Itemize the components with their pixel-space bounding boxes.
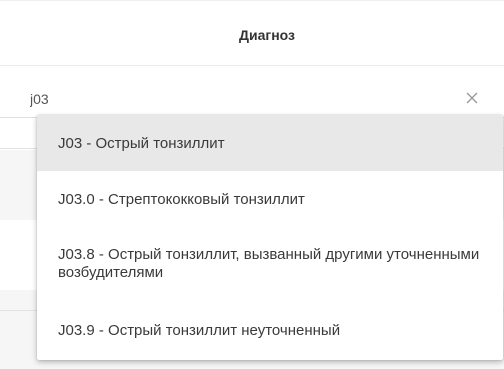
option-label: J03.0 - Стрептококковый тонзиллит — [58, 191, 305, 208]
diagnosis-search-input[interactable] — [30, 88, 450, 110]
option-label: J03.8 - Острый тонзиллит, вызванный друг… — [58, 246, 480, 281]
table-header: Диагноз — [0, 0, 504, 66]
diagnosis-form: Диагноз J03 - Острый тонзиллит J03.0 - С… — [0, 0, 504, 369]
option-label: J03 - Острый тонзиллит — [58, 135, 225, 152]
close-icon[interactable] — [464, 90, 480, 106]
column-title-diagnosis: Диагноз — [239, 27, 295, 43]
dropdown-option[interactable]: J03.9 - Острый тонзиллит неуточненный — [37, 303, 503, 360]
dropdown-option[interactable]: J03.0 - Стрептококковый тонзиллит — [37, 171, 503, 227]
option-label: J03.9 - Острый тонзиллит неуточненный — [58, 322, 341, 339]
dropdown-option[interactable]: J03.8 - Острый тонзиллит, вызванный друг… — [37, 227, 503, 303]
diagnosis-suggestions-dropdown: J03 - Острый тонзиллит J03.0 - Стрептоко… — [37, 115, 503, 360]
diagnosis-input-row — [0, 66, 504, 120]
dropdown-option[interactable]: J03 - Острый тонзиллит — [37, 115, 503, 171]
